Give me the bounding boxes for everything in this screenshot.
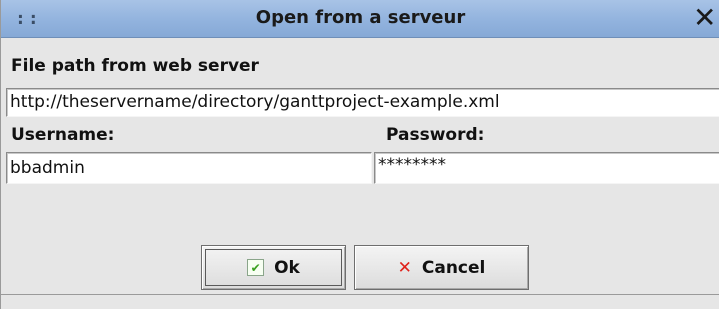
username-input[interactable]: bbadmin <box>6 152 372 184</box>
dialog-bottom-border <box>1 294 719 295</box>
cancel-button-label: Cancel <box>421 257 486 278</box>
file-path-input[interactable]: http://theservername/directory/ganttproj… <box>6 88 719 117</box>
file-path-label: File path from web server <box>11 56 259 76</box>
x-icon: ✕ <box>397 257 412 278</box>
title-bar[interactable]: :: Open from a serveur ✕ <box>1 0 719 38</box>
dialog-title: Open from a serveur <box>255 7 466 28</box>
password-label: Password: <box>386 125 485 145</box>
close-icon[interactable]: ✕ <box>693 3 719 33</box>
ok-button[interactable]: ✔ Ok <box>201 245 346 290</box>
ok-button-label: Ok <box>274 257 300 278</box>
check-icon: ✔ <box>247 259 265 276</box>
password-input[interactable]: ******** <box>374 152 719 184</box>
cancel-button[interactable]: ✕ Cancel <box>354 245 529 290</box>
username-label: Username: <box>11 125 115 145</box>
open-from-server-dialog: :: Open from a serveur ✕ File path from … <box>0 0 719 309</box>
